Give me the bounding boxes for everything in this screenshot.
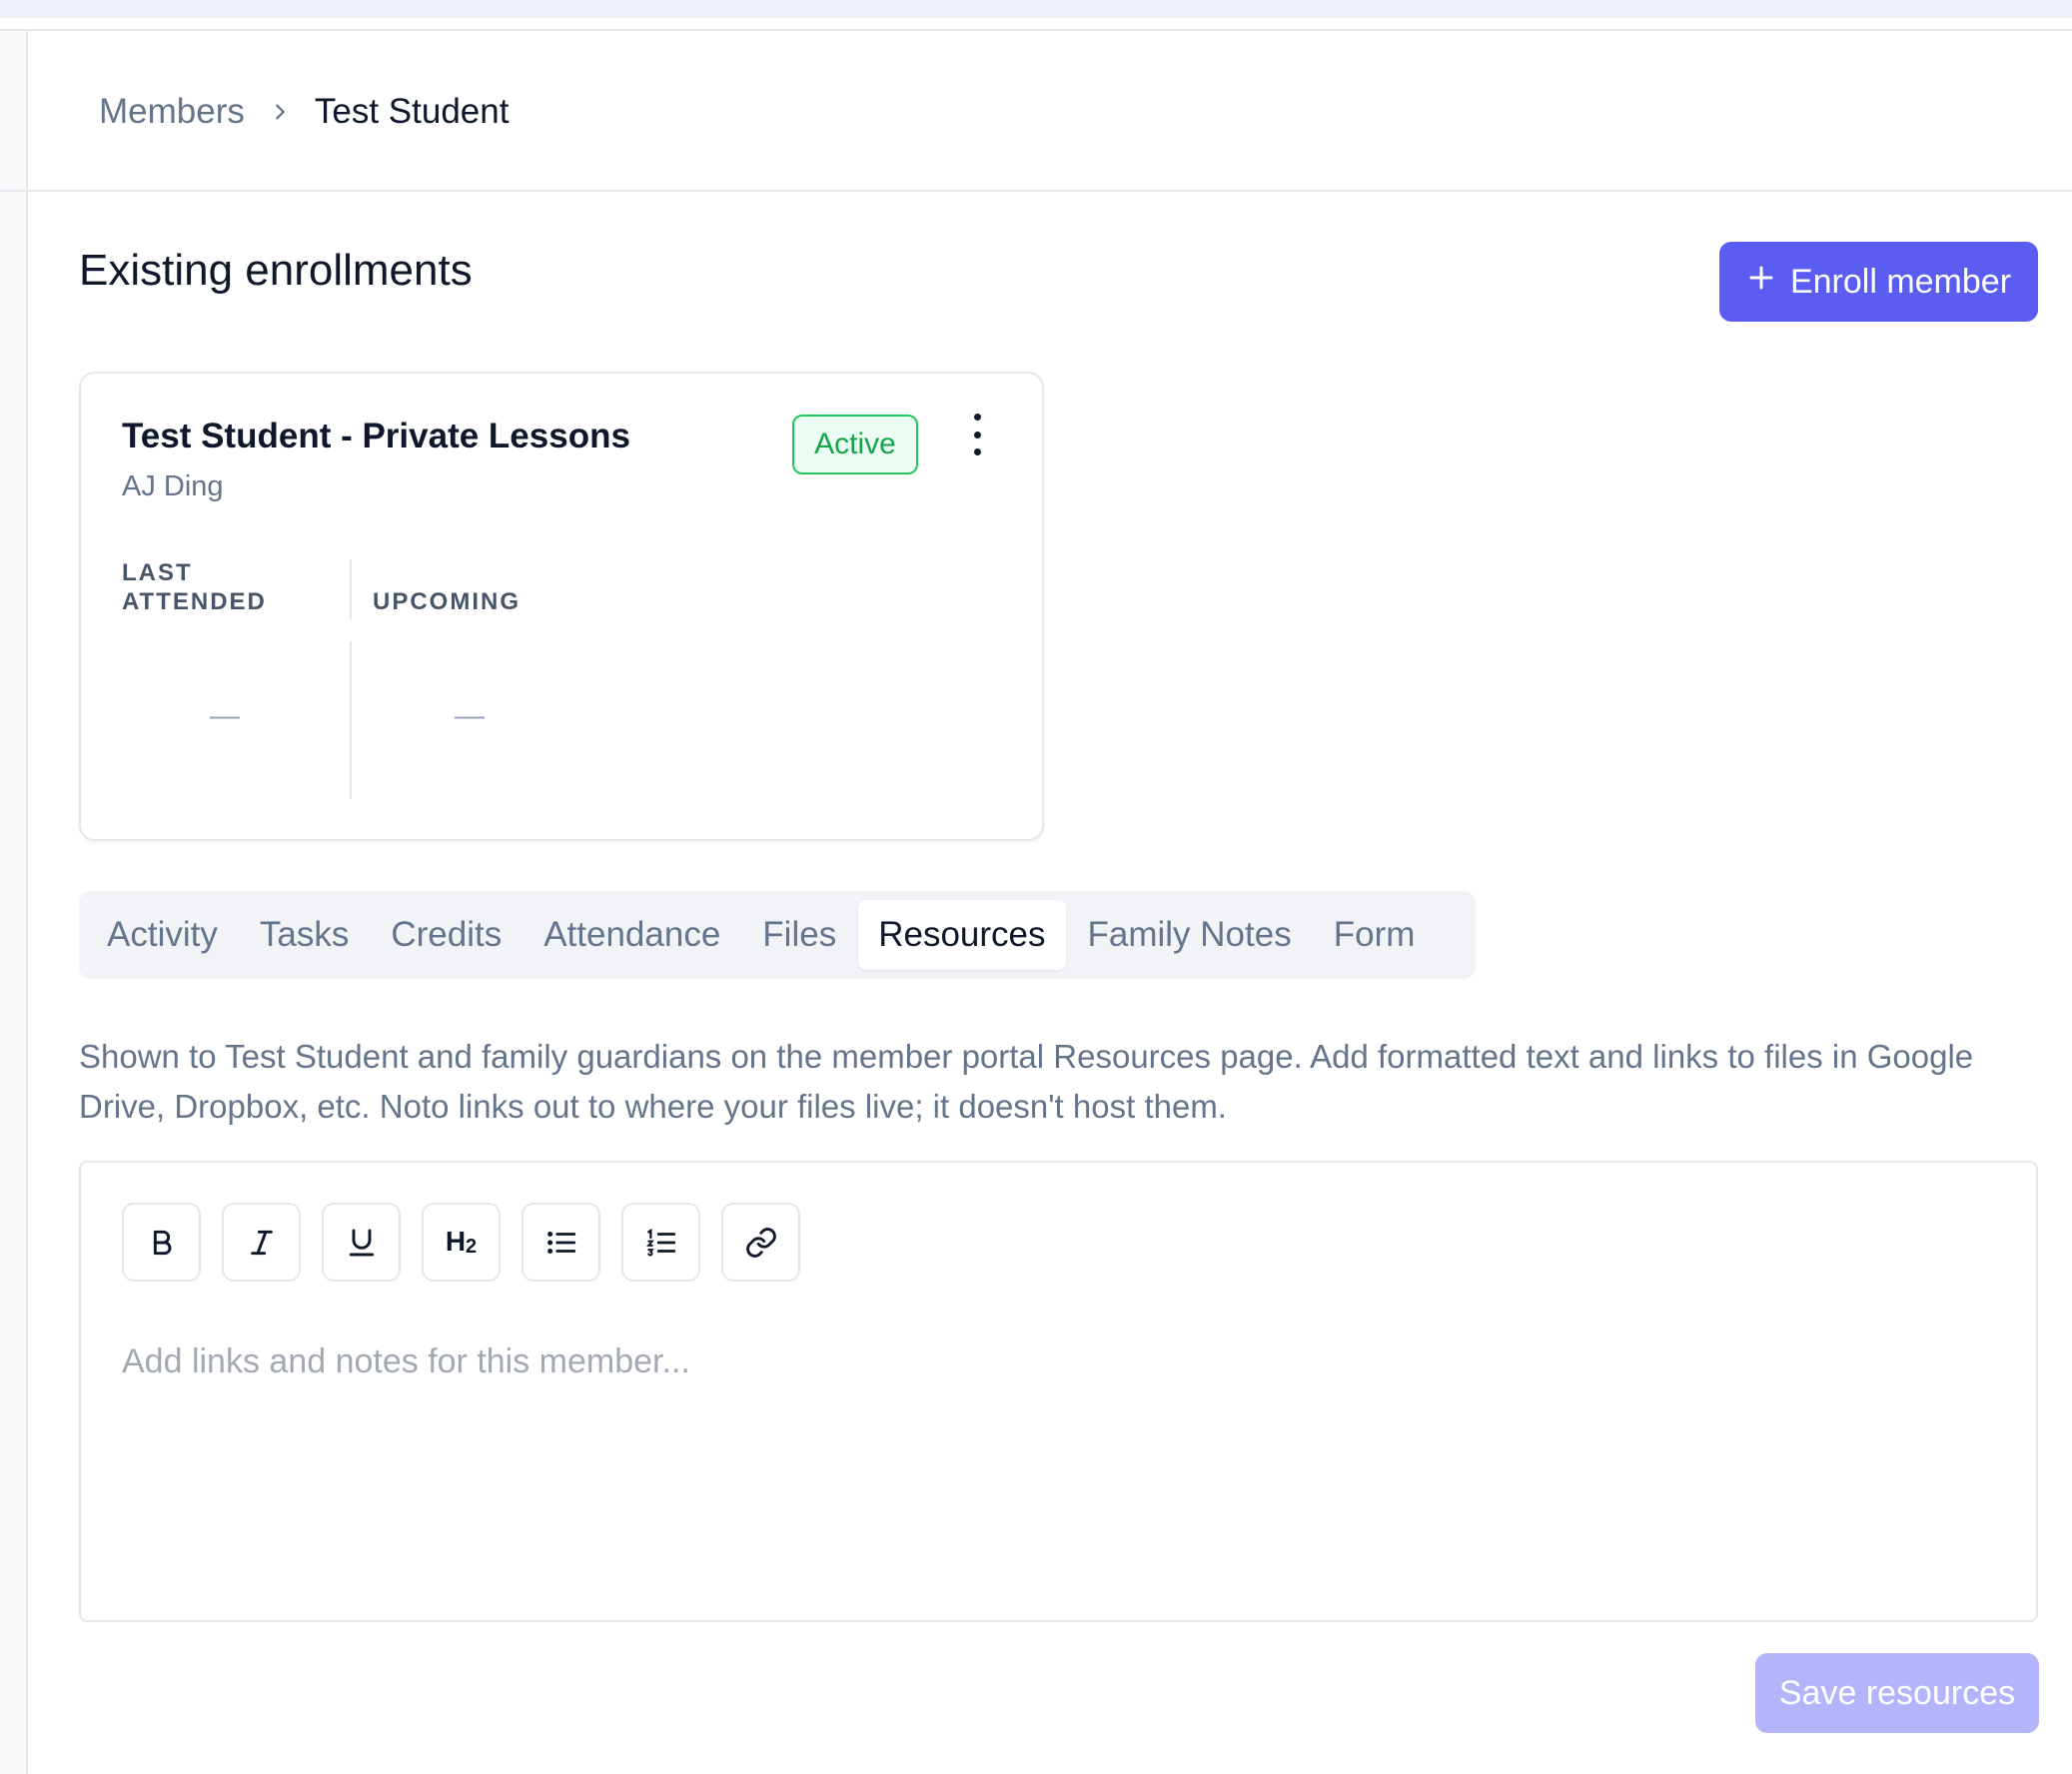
bullet-list-icon bbox=[544, 1226, 578, 1260]
enroll-member-button[interactable]: Enroll member bbox=[1719, 242, 2038, 322]
tab-files[interactable]: Files bbox=[742, 900, 856, 970]
enrollment-instructor: AJ Ding bbox=[122, 470, 224, 502]
stat-divider bbox=[350, 559, 352, 619]
resources-description: Shown to Test Student and family guardia… bbox=[79, 1038, 1974, 1125]
breadcrumb: Members Test Student bbox=[99, 88, 509, 136]
bullet-list-button[interactable] bbox=[521, 1203, 600, 1282]
tab-attendance[interactable]: Attendance bbox=[523, 900, 740, 970]
numbered-list-icon bbox=[644, 1226, 678, 1260]
tab-tasks[interactable]: Tasks bbox=[240, 900, 369, 970]
tab-bar: Activity Tasks Credits Attendance Files … bbox=[79, 891, 1476, 979]
resources-editor: H2 bbox=[79, 1161, 2038, 1622]
enrollment-card[interactable]: Test Student - Private Lessons AJ Ding A… bbox=[79, 372, 1044, 841]
heading-icon: H2 bbox=[445, 1226, 478, 1258]
upcoming-label: UPCOMING bbox=[373, 588, 520, 615]
link-icon bbox=[744, 1226, 778, 1260]
status-badge: Active bbox=[792, 415, 918, 474]
bold-button[interactable] bbox=[122, 1203, 201, 1282]
italic-button[interactable] bbox=[222, 1203, 301, 1282]
editor-toolbar: H2 bbox=[122, 1203, 800, 1282]
heading-button[interactable]: H2 bbox=[422, 1203, 501, 1282]
plus-icon bbox=[1746, 263, 1776, 302]
chevron-right-icon bbox=[269, 101, 291, 123]
top-divider bbox=[0, 29, 2072, 31]
italic-icon bbox=[246, 1227, 278, 1259]
last-attended-value: — bbox=[210, 699, 240, 732]
numbered-list-button[interactable] bbox=[621, 1203, 700, 1282]
tab-form[interactable]: Form bbox=[1314, 900, 1436, 970]
tab-family-notes[interactable]: Family Notes bbox=[1068, 900, 1312, 970]
bold-icon bbox=[146, 1227, 178, 1259]
tab-resources[interactable]: Resources bbox=[858, 900, 1066, 970]
section-title: Existing enrollments bbox=[79, 246, 473, 295]
top-bar bbox=[0, 0, 2072, 18]
link-button[interactable] bbox=[721, 1203, 800, 1282]
stat-divider bbox=[350, 641, 352, 799]
tab-activity[interactable]: Activity bbox=[87, 900, 238, 970]
enroll-member-label: Enroll member bbox=[1789, 262, 2012, 301]
enrollment-title: Test Student - Private Lessons bbox=[122, 417, 630, 455]
sidebar-divider bbox=[0, 190, 26, 192]
breadcrumb-members-link[interactable]: Members bbox=[99, 92, 245, 132]
upcoming-value: — bbox=[455, 699, 485, 732]
save-resources-button[interactable]: Save resources bbox=[1755, 1653, 2039, 1733]
tab-credits[interactable]: Credits bbox=[371, 900, 521, 970]
breadcrumb-current: Test Student bbox=[314, 92, 510, 131]
underline-icon bbox=[346, 1227, 378, 1259]
last-attended-label: LAST ATTENDED bbox=[122, 559, 267, 615]
underline-button[interactable] bbox=[322, 1203, 401, 1282]
more-options-icon[interactable] bbox=[962, 414, 992, 455]
left-sidebar-rail bbox=[0, 31, 28, 1774]
header-divider bbox=[26, 190, 2072, 192]
resources-editor-input[interactable] bbox=[122, 1342, 1990, 1592]
